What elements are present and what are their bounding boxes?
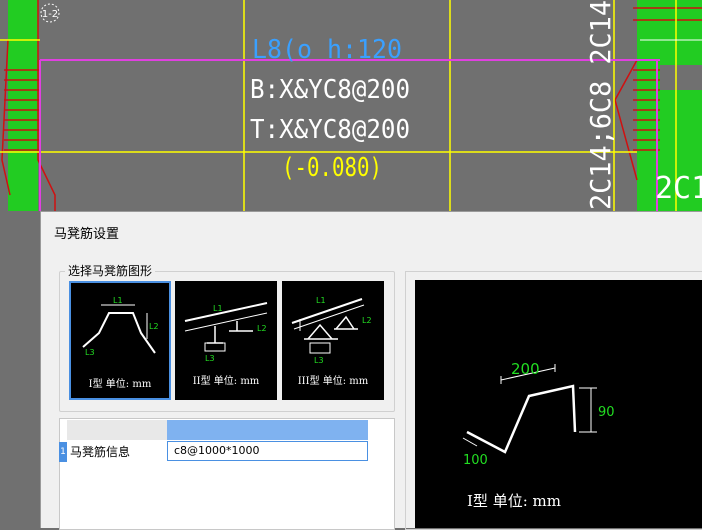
type-3-caption: III型 单位: mm	[297, 376, 369, 387]
type-2-label-l2: L2	[257, 324, 267, 333]
cad-text-elevation: (-0.080)	[282, 153, 382, 183]
preview-dim-top: 200	[511, 360, 540, 378]
shape-group-label: 选择马凳筋图形	[65, 262, 156, 279]
right-gray-notch	[660, 65, 702, 90]
type-2-label-l3: L3	[205, 354, 215, 363]
axis-marker-label: 1-2	[42, 9, 58, 20]
stool-rebar-info-input[interactable]: c8@1000*1000	[167, 441, 368, 461]
grid-header-value-column[interactable]	[167, 420, 368, 440]
type-1-label-l1: L1	[113, 296, 123, 305]
cad-text-vertical-rebar: 2C14;6C8 2C14	[584, 0, 617, 210]
type-1-label-l2: L2	[149, 322, 159, 331]
preview-caption: I型 单位: mm	[467, 492, 561, 510]
grid-header-blank	[67, 420, 168, 440]
type-3-label-l2: L2	[362, 316, 372, 325]
dialog-title: 马凳筋设置	[54, 227, 120, 242]
type-1-caption: I型 单位: mm	[88, 379, 152, 390]
left-green-strip	[8, 0, 38, 211]
shape-option-type-2[interactable]: L1 L2 L3 II型 单位: mm	[175, 281, 277, 400]
cad-drawing-canvas[interactable]: 1-2 L8(o h:120 B:X&YC8@200 T:X&YC8@200 (…	[0, 0, 702, 211]
grid-cell-label: 马凳筋信息	[67, 442, 167, 462]
shape-preview: 200 90 100 I型 单位: mm	[415, 280, 702, 528]
cad-text-top-rebar: T:X&YC8@200	[250, 115, 410, 145]
cad-text-corner-rebar: 2C1	[655, 171, 702, 206]
preview-dim-right: 90	[598, 405, 615, 420]
shape-option-type-3[interactable]: L1 L2 L3 III型 单位: mm	[282, 281, 384, 400]
type-3-label-l3: L3	[314, 356, 324, 365]
type-2-label-l1: L1	[213, 304, 223, 313]
cad-text-slab-name: L8(o h:120	[252, 35, 402, 65]
cad-text-bottom-rebar: B:X&YC8@200	[250, 75, 410, 105]
stool-rebar-dialog: 马凳筋设置 选择马凳筋图形 L1 L2 L3 I型 单位: mm L1 L2 L…	[40, 211, 702, 530]
preview-dim-left: 100	[463, 453, 488, 468]
type-2-caption: II型 单位: mm	[192, 376, 260, 387]
type-1-label-l3: L3	[85, 348, 95, 357]
shape-option-type-1[interactable]: L1 L2 L3 I型 单位: mm	[69, 281, 171, 400]
type-3-label-l1: L1	[316, 296, 326, 305]
grid-row-number[interactable]: 1	[59, 442, 67, 462]
